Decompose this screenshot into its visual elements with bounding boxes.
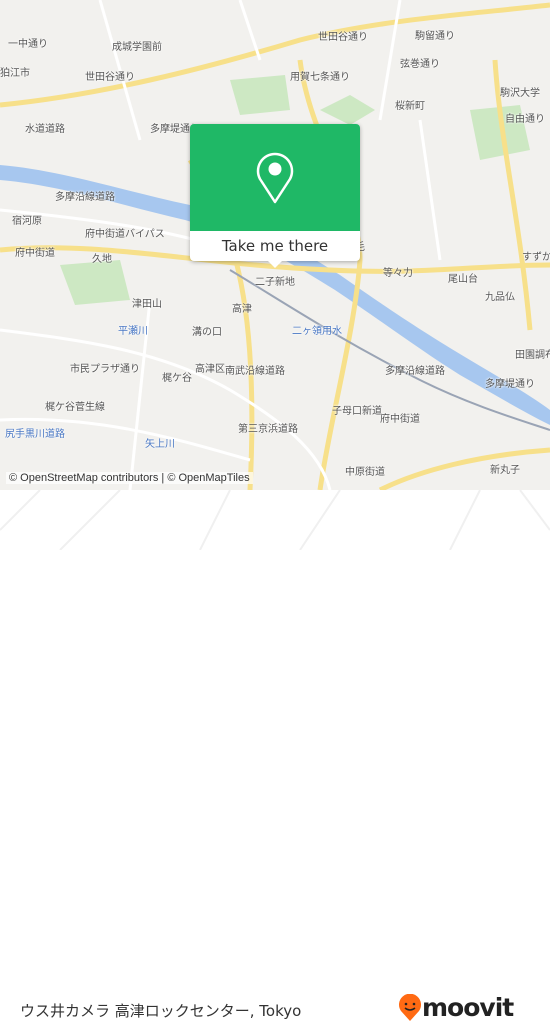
map-label: 水道道路 — [25, 124, 65, 135]
map-label: 二子新地 — [255, 277, 295, 288]
map-label: 子母口新道 — [332, 406, 382, 417]
map-label: 世田谷通り — [85, 72, 135, 83]
map-label: 梶ケ谷 — [162, 373, 192, 384]
take-me-there-button[interactable]: Take me there — [190, 231, 360, 261]
map-label: 世田谷通り — [318, 32, 368, 43]
map-label: 第三京浜道路 — [238, 424, 298, 435]
moovit-pin-icon — [399, 993, 421, 1021]
map-label: 津田山 — [132, 299, 162, 310]
map-label: 駒留通り — [415, 31, 455, 42]
map-label: 市民プラザ通り — [70, 364, 140, 375]
map-label: 駒沢大学 — [500, 88, 540, 99]
map-label: 桜新町 — [395, 101, 425, 112]
map-label: 府中街道バイパス — [85, 229, 165, 240]
map-label: 一中通り — [8, 39, 48, 50]
map-label: 多摩沿線道路 — [385, 366, 445, 377]
map-label: 弦巻通り — [400, 59, 440, 70]
map-label: 等々力 — [383, 268, 413, 279]
map-label: 狛江市 — [0, 68, 30, 79]
map-label: 用賀七条通り — [290, 72, 350, 83]
popup-header — [190, 124, 360, 231]
map-label: 田園調布 — [515, 350, 550, 361]
footer: ウス井カメラ 高津ロックセンター, Tokyo moovit — [0, 489, 550, 1022]
map-label: 尾山台 — [448, 274, 478, 285]
footer-background-pattern — [0, 489, 550, 551]
map-attribution[interactable]: © OpenStreetMap contributors | © OpenMap… — [6, 472, 253, 484]
map-label: 平瀬川 — [118, 326, 148, 337]
map-label: 尻手黒川道路 — [5, 429, 65, 440]
map-label: 二ヶ領用水 — [292, 326, 342, 337]
map-label: 九品仏 — [485, 292, 515, 303]
map-label: 久地 — [92, 254, 112, 265]
map-label: 南武沿線道路 — [225, 366, 285, 377]
map-label: 多摩沿線道路 — [55, 192, 115, 203]
map-label: 高津区 — [195, 364, 225, 375]
location-pin-icon — [256, 152, 294, 203]
map-label: すずか — [522, 252, 550, 263]
map-label: 矢上川 — [145, 439, 175, 450]
moovit-logo-text: moovit — [422, 993, 514, 1022]
moovit-logo[interactable]: moovit — [398, 993, 514, 1022]
map-label: 中原街道 — [345, 467, 385, 478]
map-label: 多摩堤通り — [485, 379, 535, 390]
map-label: 府中街道 — [380, 414, 420, 425]
take-me-there-popup[interactable]: Take me there — [190, 124, 360, 268]
map-label: 自由通り — [505, 114, 545, 125]
map-label: 高津 — [232, 304, 252, 315]
map-label: 成城学園前 — [112, 42, 162, 53]
map-label: 府中街道 — [15, 248, 55, 259]
map-label: 梶ケ谷菅生線 — [45, 402, 105, 413]
map-label: 新丸子 — [490, 465, 520, 476]
place-title: ウス井カメラ 高津ロックセンター, Tokyo — [20, 1002, 302, 1020]
map-label: 宿河原 — [12, 216, 42, 227]
map-label: 溝の口 — [192, 327, 222, 338]
